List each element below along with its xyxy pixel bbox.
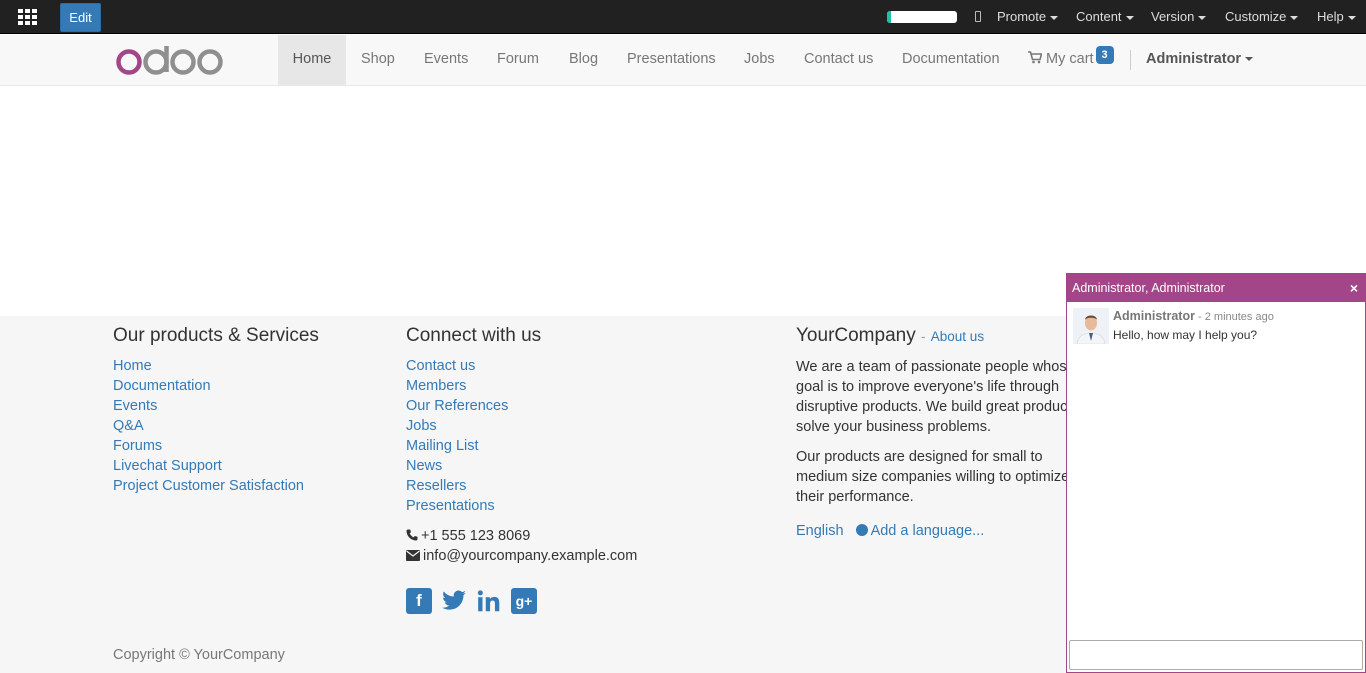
footer-link-satisfaction[interactable]: Project Customer Satisfaction	[113, 476, 319, 496]
footer-link-members[interactable]: Members	[406, 376, 637, 396]
footer-link-livechat[interactable]: Livechat Support	[113, 456, 319, 476]
language-english[interactable]: English	[796, 523, 844, 539]
author-name: Administrator	[1113, 309, 1195, 323]
livechat-window: Administrator, Administrator × Administr…	[1066, 273, 1366, 673]
google-plus-icon[interactable]: g+	[511, 588, 537, 614]
company-heading: YourCompany - About us	[796, 326, 1096, 347]
chevron-down-icon	[1290, 15, 1299, 20]
edit-button[interactable]: Edit	[60, 3, 101, 32]
help-menu[interactable]: Help	[1317, 0, 1356, 34]
phone-line: +1 555 123 8069	[406, 526, 637, 546]
phone-icon	[406, 529, 418, 541]
phone-number: +1 555 123 8069	[421, 528, 531, 544]
footer-link-mailing-list[interactable]: Mailing List	[406, 436, 637, 456]
content-menu-label: Content	[1076, 9, 1122, 24]
odoo-logo[interactable]	[116, 44, 226, 76]
message-text: Hello, how may I help you?	[1113, 328, 1258, 342]
user-menu-label: Administrator	[1146, 51, 1242, 67]
content-menu[interactable]: Content	[1076, 0, 1134, 34]
chevron-down-icon	[1347, 15, 1356, 20]
footer-link-forums[interactable]: Forums	[113, 436, 319, 456]
email-line: info@yourcompany.example.com	[406, 546, 637, 566]
company-title: YourCompany	[796, 325, 916, 346]
cart-icon	[1028, 51, 1043, 64]
customize-menu[interactable]: Customize	[1225, 0, 1299, 34]
nav-item-cart[interactable]: My cart 3	[1028, 35, 1114, 85]
nav-item-blog[interactable]: Blog	[569, 35, 598, 85]
main-navbar: Home Shop Events Forum Blog Presentation…	[0, 35, 1366, 86]
company-products-description: Our products are designed for small to m…	[796, 449, 1070, 505]
footer-link-qa[interactable]: Q&A	[113, 416, 319, 436]
user-menu[interactable]: Administrator	[1146, 35, 1254, 85]
twitter-icon[interactable]	[441, 588, 467, 614]
email-address: info@yourcompany.example.com	[423, 548, 638, 564]
avatar	[1073, 308, 1109, 344]
facebook-icon[interactable]: f	[406, 588, 432, 614]
about-separator: -	[921, 329, 926, 344]
promote-menu[interactable]: Promote	[997, 0, 1059, 34]
footer-link-jobs[interactable]: Jobs	[406, 416, 637, 436]
version-menu[interactable]: Version	[1151, 0, 1207, 34]
chevron-down-icon	[1198, 15, 1207, 20]
products-title: Our products & Services	[113, 325, 319, 346]
footer-link-home[interactable]: Home	[113, 356, 319, 376]
help-menu-label: Help	[1317, 9, 1344, 24]
version-menu-label: Version	[1151, 9, 1195, 24]
cart-count-badge: 3	[1095, 46, 1114, 64]
envelope-icon	[406, 550, 420, 561]
linkedin-icon[interactable]	[476, 588, 502, 614]
connect-column: Connect with us Contact us Members Our R…	[406, 326, 637, 614]
products-column: Our products & Services Home Documentati…	[113, 326, 319, 496]
apps-menu-icon[interactable]	[18, 9, 38, 25]
footer-link-news[interactable]: News	[406, 456, 637, 476]
footer-link-documentation[interactable]: Documentation	[113, 376, 319, 396]
nav-item-presentations[interactable]: Presentations	[627, 35, 716, 85]
website-progress-bar[interactable]	[887, 11, 957, 23]
nav-item-forum[interactable]: Forum	[497, 35, 539, 85]
footer-link-references[interactable]: Our References	[406, 396, 637, 416]
about-us-link[interactable]: About us	[931, 329, 984, 344]
message-time: - 2 minutes ago	[1194, 311, 1274, 323]
cart-label: My cart	[1046, 51, 1094, 67]
chat-message-input[interactable]	[1069, 640, 1363, 670]
connect-title: Connect with us	[406, 325, 542, 346]
footer-link-contact-us[interactable]: Contact us	[406, 356, 637, 376]
nav-item-shop[interactable]: Shop	[361, 35, 395, 85]
progress-fill	[887, 11, 891, 23]
close-icon[interactable]: ×	[1350, 274, 1358, 302]
language-selector: English + Add a language...	[796, 523, 1096, 539]
customize-menu-label: Customize	[1225, 9, 1287, 24]
footer-link-events[interactable]: Events	[113, 396, 319, 416]
admin-bar: Edit Promote Content Version Customize H…	[0, 0, 1366, 34]
nav-item-documentation[interactable]: Documentation	[902, 35, 1000, 85]
footer-link-presentations[interactable]: Presentations	[406, 496, 637, 516]
add-language-link[interactable]: Add a language...	[871, 523, 985, 539]
livechat-title: Administrator, Administrator	[1072, 281, 1225, 295]
footer-link-resellers[interactable]: Resellers	[406, 476, 637, 496]
chevron-down-icon	[1050, 15, 1059, 20]
company-column: YourCompany - About us We are a team of …	[796, 326, 1096, 540]
chevron-down-icon	[1245, 57, 1254, 62]
message-author: Administrator - 2 minutes ago	[1113, 309, 1274, 323]
nav-item-home[interactable]: Home	[278, 35, 346, 85]
nav-item-events[interactable]: Events	[424, 35, 468, 85]
nav-divider	[1130, 50, 1131, 70]
copyright: Copyright © YourCompany	[113, 647, 285, 663]
nav-item-jobs[interactable]: Jobs	[744, 35, 775, 85]
promote-menu-label: Promote	[997, 9, 1047, 24]
nav-item-contact-us[interactable]: Contact us	[804, 35, 873, 85]
company-description: We are a team of passionate people whose…	[796, 359, 1095, 435]
plus-circle-icon: +	[855, 524, 868, 537]
chevron-down-icon	[1125, 15, 1134, 20]
livechat-header[interactable]: Administrator, Administrator ×	[1067, 274, 1365, 302]
social-links: f g+	[406, 588, 637, 614]
mobile-preview-icon[interactable]	[975, 11, 981, 22]
